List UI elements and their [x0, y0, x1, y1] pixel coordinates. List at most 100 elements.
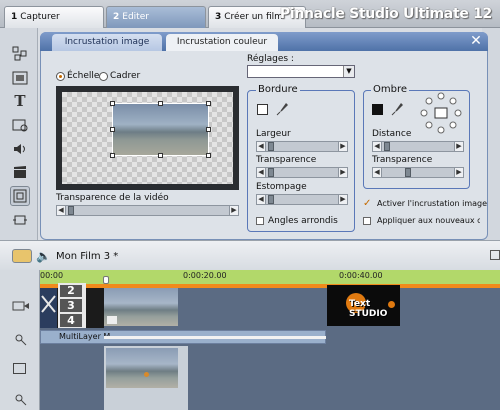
border-transparency-label: Transparence — [256, 155, 317, 165]
number-4: 4 — [60, 314, 82, 327]
number-3: 3 — [60, 299, 82, 312]
crop-radio[interactable] — [99, 72, 108, 81]
speaker-icon[interactable]: 🔈 — [36, 249, 51, 263]
enable-overlay-label: Activer l'incrustation image — [377, 199, 488, 208]
apply-new-clips-checkbox[interactable] — [363, 217, 371, 225]
crop-label: Cadrer — [110, 71, 141, 81]
slider-thumb[interactable] — [68, 206, 74, 215]
video-transparency-label: Transparence de la vidéo — [56, 193, 169, 203]
slider-right-arrow[interactable]: ▶ — [338, 195, 347, 204]
lock-icon[interactable] — [14, 393, 28, 410]
border-transparency-slider[interactable]: ◀ ▶ — [256, 167, 348, 178]
overlay-clip-thumb — [106, 348, 178, 388]
resize-handle[interactable] — [158, 153, 163, 158]
eyedropper-icon[interactable] — [276, 102, 288, 119]
playhead[interactable] — [103, 276, 109, 284]
title-clip-thumb — [40, 288, 57, 328]
slider-thumb[interactable] — [384, 142, 390, 151]
border-width-label: Largeur — [256, 129, 291, 139]
overlay-tool-icon[interactable] — [10, 186, 30, 206]
slider-thumb[interactable] — [405, 168, 412, 177]
clip-badge — [107, 316, 117, 324]
tab-label: Créer un film — [224, 12, 283, 22]
slider-right-arrow[interactable]: ▶ — [454, 168, 463, 177]
logo-dot — [388, 301, 395, 308]
border-blur-slider[interactable]: ◀ ▶ — [256, 194, 348, 205]
slider-left-arrow[interactable]: ◀ — [57, 206, 66, 215]
shadow-transparency-slider[interactable]: ◀ ▶ — [372, 167, 464, 178]
tab-label: Capturer — [20, 12, 60, 22]
shadow-transparency-label: Transparence — [372, 155, 433, 165]
slider-thumb[interactable] — [268, 142, 274, 151]
video-track-icon[interactable] — [12, 300, 30, 315]
ruler-tick: 0:00:40.00 — [339, 271, 383, 280]
resize-handle[interactable] — [158, 101, 163, 106]
chevron-down-icon[interactable]: ▼ — [343, 66, 354, 77]
slider-right-arrow[interactable]: ▶ — [454, 142, 463, 151]
shadow-distance-label: Distance — [372, 129, 412, 139]
export-tool-icon[interactable] — [10, 210, 30, 230]
video-transparency-slider[interactable]: ◀ ▶ — [56, 205, 239, 216]
title-tool-icon[interactable]: T — [10, 91, 30, 111]
slider-left-arrow[interactable]: ◀ — [257, 195, 266, 204]
logo-text: Text STUDIO — [349, 299, 388, 319]
resize-handle[interactable] — [110, 101, 115, 106]
border-blur-label: Estompage — [256, 182, 307, 192]
resize-handle[interactable] — [206, 101, 211, 106]
enable-overlay-checkbox[interactable]: ✓ — [363, 199, 372, 209]
slider-thumb[interactable] — [268, 168, 274, 177]
overlay-image[interactable] — [112, 103, 209, 156]
rounded-corners-checkbox[interactable] — [256, 217, 264, 225]
border-width-slider[interactable]: ◀ ▶ — [256, 141, 348, 152]
resize-handle[interactable] — [206, 127, 211, 132]
overlay-clip-dot — [144, 372, 149, 377]
shadow-distance-slider[interactable]: ◀ ▶ — [372, 141, 464, 152]
scale-label: Échelle — [67, 71, 100, 81]
close-icon[interactable]: ✕ — [468, 33, 484, 49]
slider-left-arrow[interactable]: ◀ — [257, 142, 266, 151]
clapper-tool-icon[interactable] — [10, 162, 30, 182]
tab-edit[interactable]: 2 Editer — [106, 6, 206, 28]
settings-dropdown[interactable] — [247, 65, 355, 78]
shadow-color-swatch[interactable] — [372, 104, 383, 115]
slider-left-arrow[interactable]: ◀ — [257, 168, 266, 177]
menu-tool-icon[interactable] — [10, 115, 30, 135]
number-2: 2 — [60, 285, 82, 297]
sound-tool-icon[interactable] — [10, 139, 30, 159]
tab-number: 3 — [215, 12, 222, 22]
app-title: Pinnacle Studio Ultimate 12 — [279, 6, 492, 22]
overlay-track-icon[interactable] — [13, 363, 26, 374]
title-track-line — [104, 336, 326, 339]
border-title: Bordure — [256, 84, 300, 95]
film-title: Mon Film 3 * — [56, 251, 119, 262]
timeline-ruler[interactable] — [40, 270, 500, 284]
timeline-option-icon[interactable] — [490, 250, 500, 260]
photo-tool-icon[interactable] — [10, 68, 30, 88]
tab-capture[interactable]: 1 Capturer — [4, 6, 104, 28]
transitions-tool-icon[interactable] — [10, 43, 30, 63]
resize-handle[interactable] — [206, 153, 211, 158]
tab-color-overlay[interactable]: Incrustation couleur — [166, 34, 278, 51]
ruler-tick: 0:00:20.00 — [183, 271, 227, 280]
scale-radio[interactable] — [56, 72, 65, 81]
eyedropper-icon[interactable] — [391, 102, 403, 119]
apply-new-clips-label: Appliquer aux nouveaux clips — [377, 216, 480, 225]
resize-handle[interactable] — [110, 153, 115, 158]
lock-icon[interactable] — [14, 333, 28, 350]
storyboard-view-icon[interactable] — [12, 249, 32, 263]
slider-right-arrow[interactable]: ▶ — [338, 168, 347, 177]
slider-right-arrow[interactable]: ▶ — [338, 142, 347, 151]
slider-left-arrow[interactable]: ◀ — [373, 168, 382, 177]
settings-label: Réglages : — [247, 54, 294, 64]
shadow-title: Ombre — [371, 84, 410, 95]
slider-left-arrow[interactable]: ◀ — [373, 142, 382, 151]
border-color-swatch[interactable] — [257, 104, 268, 115]
shadow-direction-dial[interactable] — [419, 91, 463, 135]
slider-right-arrow[interactable]: ▶ — [229, 206, 238, 215]
resize-handle[interactable] — [110, 127, 115, 132]
tab-number: 1 — [11, 12, 18, 22]
tab-number: 2 — [113, 12, 120, 22]
tab-image-overlay[interactable]: Incrustation image — [52, 34, 162, 51]
rounded-corners-label: Angles arrondis — [268, 216, 338, 226]
slider-thumb[interactable] — [268, 195, 274, 204]
